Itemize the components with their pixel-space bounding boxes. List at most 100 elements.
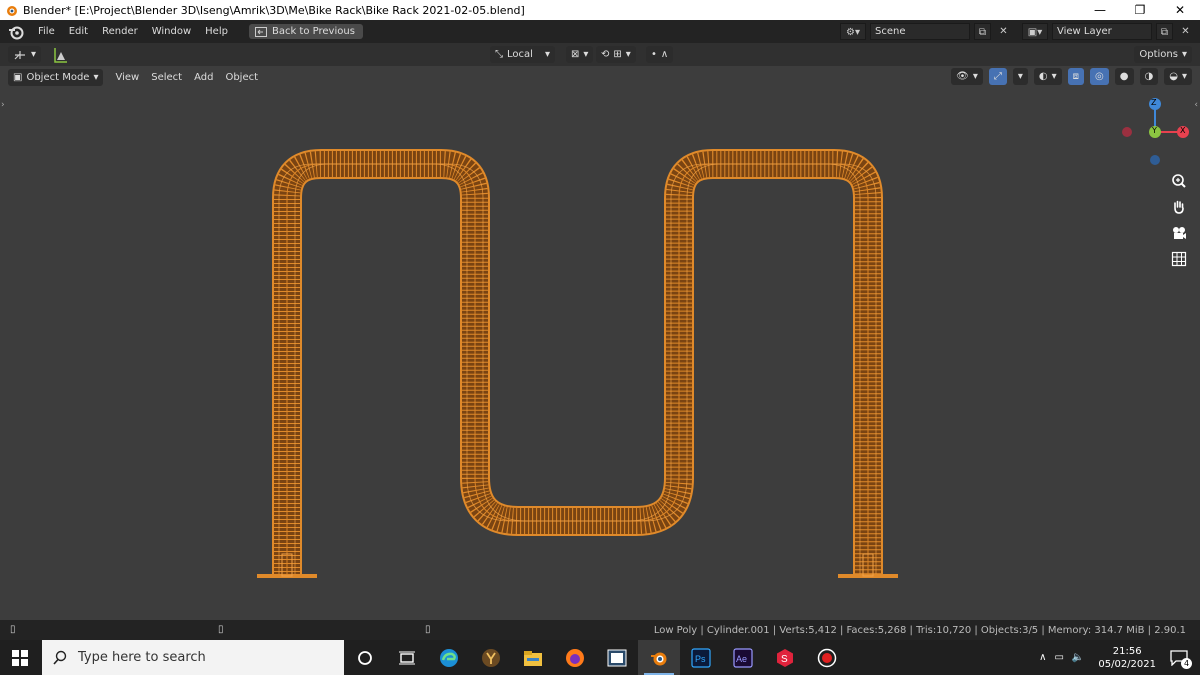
tool-header: ▾ ⤡ Local ▾ ⊠ ▾ ⟲ ⊞ ▾ • ∧ Options ▾ [0, 43, 1200, 66]
options-dropdown[interactable]: Options ▾ [1134, 46, 1192, 63]
rendered-icon: ◒ [1169, 71, 1178, 82]
cortana-icon[interactable] [344, 640, 386, 675]
xray-icon: ⧈ [1072, 71, 1080, 82]
sidebar-expand-arrow[interactable]: ‹ [1194, 100, 1198, 110]
scene-field[interactable]: Scene [870, 23, 970, 40]
media-app-icon[interactable] [596, 640, 638, 675]
orientation-label: Local [507, 49, 533, 60]
notification-center-icon[interactable]: 4 [1170, 649, 1192, 669]
xray-toggle[interactable]: ⧈ [1067, 68, 1085, 85]
ortho-grid-icon[interactable] [1168, 248, 1190, 270]
recorder-icon[interactable] [806, 640, 848, 675]
app-brown-icon[interactable] [470, 640, 512, 675]
visibility-dropdown[interactable]: 👁 ▾ [951, 68, 983, 85]
view-layer-type-icon[interactable]: ▣▾ [1022, 23, 1048, 40]
close-button[interactable]: ✕ [1160, 3, 1200, 17]
scene-statistics: Low Poly | Cylinder.001 | Verts:5,412 | … [653, 625, 1186, 636]
overlay-icon: ◐ [1038, 71, 1048, 82]
snap-dropdown[interactable]: ⟲ ⊞ ▾ [596, 46, 636, 63]
scene-selector-group: ⚙▾ Scene ⧉ ✕ ▣▾ View Layer ⧉ ✕ [840, 20, 1200, 43]
after-effects-icon[interactable]: Ae [722, 640, 764, 675]
system-tray: ∧ ▭ 🔈 21:56 05/02/2021 4 [1039, 640, 1200, 675]
transform-orientation-dropdown[interactable]: ⤡ Local ▾ [490, 46, 556, 63]
toolbar-expand-arrow[interactable]: › [1, 100, 5, 110]
gizmo-icon: ⤢ [993, 71, 1002, 82]
back-to-previous-button[interactable]: Back to Previous [248, 24, 363, 39]
view-layer-field[interactable]: View Layer [1052, 23, 1152, 40]
pan-hand-icon[interactable] [1168, 196, 1190, 218]
restore-button[interactable]: ❐ [1120, 3, 1160, 17]
clock-date: 05/02/2021 [1098, 658, 1156, 670]
notification-count: 4 [1181, 657, 1192, 669]
search-icon [53, 650, 67, 665]
solid-icon: ● [1119, 71, 1129, 82]
pivot-point-dropdown[interactable]: ⊠ ▾ [566, 46, 594, 63]
photoshop-icon[interactable]: Ps [680, 640, 722, 675]
zoom-icon[interactable] [1168, 170, 1190, 192]
mouse-right-icon: ▯ [425, 624, 431, 635]
tray-chevron-icon[interactable]: ∧ [1039, 652, 1046, 663]
viewport-editor-icon [14, 50, 25, 59]
new-view-layer-icon[interactable]: ⧉ [1156, 23, 1173, 40]
camera-view-icon[interactable] [1168, 222, 1190, 244]
substance-icon[interactable]: S [764, 640, 806, 675]
solid-shading-button[interactable]: ● [1114, 68, 1134, 85]
gizmo-x-label: X [1180, 126, 1186, 135]
menu-window[interactable]: Window [145, 20, 198, 43]
menu-object[interactable]: Object [219, 66, 264, 89]
bike-rack-model[interactable] [0, 88, 1200, 620]
taskbar-search[interactable]: Type here to search [42, 640, 344, 675]
rendered-shading-button[interactable]: ◒ ▾ [1164, 68, 1192, 85]
blender-logo-icon [7, 6, 17, 16]
task-view-icon[interactable] [386, 640, 428, 675]
options-label: Options [1139, 49, 1178, 60]
edge-icon[interactable] [428, 640, 470, 675]
firefox-icon[interactable] [554, 640, 596, 675]
clock-time: 21:56 [1112, 645, 1142, 657]
menu-view[interactable]: View [109, 66, 145, 89]
menu-help[interactable]: Help [198, 20, 235, 43]
blender-menu-icon[interactable] [7, 23, 25, 41]
menu-render[interactable]: Render [95, 20, 145, 43]
clock[interactable]: 21:56 05/02/2021 [1098, 645, 1156, 671]
start-windows-icon[interactable] [12, 650, 28, 670]
file-explorer-icon[interactable] [512, 640, 554, 675]
back-icon [254, 26, 267, 37]
sidebar-toggle-icon[interactable] [51, 46, 71, 64]
object-mode-icon: ▣ [13, 71, 23, 83]
minimize-button[interactable]: — [1080, 3, 1120, 17]
new-scene-icon[interactable]: ⧉ [974, 23, 991, 40]
overlay-toggle[interactable]: ◐ ▾ [1033, 68, 1062, 85]
gizmo-z-label: Z [1151, 98, 1157, 107]
mouse-middle-icon: ▯ [218, 624, 224, 635]
navigation-gizmo[interactable]: Z X Y [1115, 92, 1195, 172]
mode-dropdown[interactable]: ▣ Object Mode ▾ [8, 68, 104, 86]
blender-taskbar-icon[interactable] [638, 640, 680, 675]
menu-file[interactable]: File [31, 20, 62, 43]
proportional-edit-dropdown[interactable]: • ∧ [646, 46, 674, 63]
orientation-icon: ⤡ [495, 49, 503, 60]
volume-icon[interactable]: 🔈 [1072, 652, 1084, 663]
blender-menubar: File Edit Render Window Help Back to Pre… [0, 20, 1200, 43]
editor-type-dropdown[interactable]: ▾ [8, 46, 42, 63]
remove-view-layer-icon[interactable]: ✕ [1177, 23, 1194, 40]
menu-add[interactable]: Add [188, 66, 219, 89]
remove-scene-icon[interactable]: ✕ [995, 23, 1012, 40]
menu-select[interactable]: Select [145, 66, 188, 89]
wireframe-shading-button[interactable]: ◎ [1090, 68, 1109, 85]
menu-edit[interactable]: Edit [62, 20, 95, 43]
battery-icon[interactable]: ▭ [1054, 652, 1063, 663]
window-titlebar: Blender* [E:\Project\Blender 3D\Iseng\Am… [0, 0, 1200, 20]
material-shading-button[interactable]: ◑ [1139, 68, 1159, 85]
scene-type-icon[interactable]: ⚙▾ [840, 23, 866, 40]
gizmo-toggle[interactable]: ⤢ [988, 68, 1007, 85]
mode-label: Object Mode [26, 71, 90, 83]
window-title: Blender* [E:\Project\Blender 3D\Iseng\Am… [23, 3, 525, 17]
mouse-left-icon: ▯ [10, 624, 16, 635]
3d-viewport[interactable]: Z X Y › ‹ [0, 88, 1200, 620]
gizmo-dropdown[interactable]: ▾ [1012, 68, 1028, 85]
status-bar: ▯ ▯ ▯ Low Poly | Cylinder.001 | Verts:5,… [0, 620, 1200, 640]
search-placeholder: Type here to search [78, 650, 206, 665]
snap-magnet-icon: ⟲ [601, 49, 610, 60]
windows-taskbar: Type here to search Ps Ae S ∧ ▭ 🔈 21:56 … [0, 640, 1200, 675]
